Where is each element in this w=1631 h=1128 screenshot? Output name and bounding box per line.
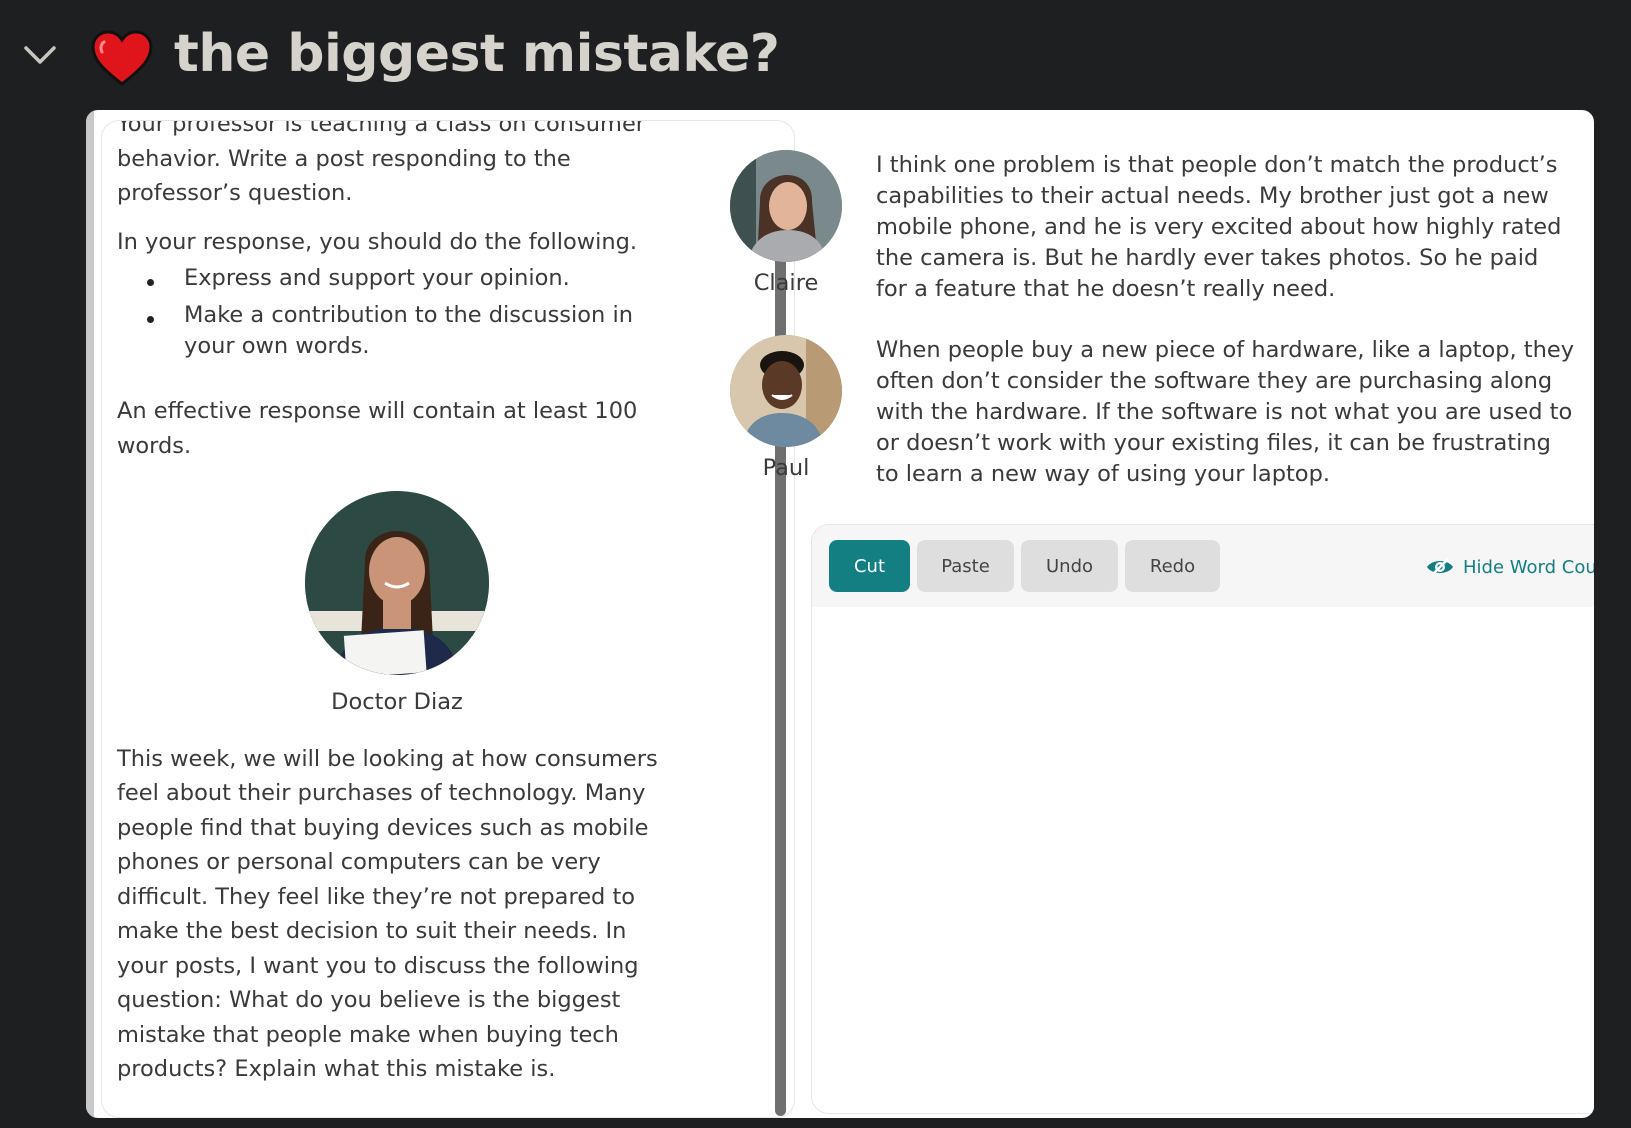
paste-button[interactable]: Paste [917, 540, 1014, 592]
prompt-intro: Your professor is teaching a class on co… [117, 121, 646, 206]
response-editor: Cut Paste Undo Redo Hide Word Count 0 [811, 524, 1594, 1114]
professor-name: Doctor Diaz [331, 689, 463, 715]
redo-button[interactable]: Redo [1125, 540, 1220, 592]
avatar [730, 150, 842, 262]
list-item: Make a contribution to the discussion in… [117, 300, 677, 362]
post-author: Paul [730, 335, 842, 481]
professor-block: Doctor Diaz [117, 491, 677, 720]
professor-avatar [305, 491, 489, 675]
post-text: I think one problem is that people don’t… [876, 152, 1562, 302]
post-author-name: Claire [753, 270, 819, 296]
editor-toolbar: Cut Paste Undo Redo Hide Word Count 0 [812, 525, 1594, 607]
prompt-content: Your professor is teaching a class on co… [117, 121, 677, 1101]
response-textarea[interactable] [812, 607, 1594, 1113]
prompt-bullet-list: Express and support your opinion. Make a… [117, 263, 677, 362]
card-accent-bar [86, 110, 94, 1118]
chevron-down-icon[interactable] [22, 40, 58, 70]
hide-word-count-label: Hide Word Count [1463, 556, 1594, 578]
section-header: the biggest mistake? [0, 0, 1631, 110]
list-item: Express and support your opinion. [117, 263, 677, 294]
undo-button[interactable]: Undo [1021, 540, 1118, 592]
prompt-instructions-lead: In your response, you should do the foll… [117, 228, 638, 255]
prompt-length-note: An effective response will contain at le… [117, 398, 638, 459]
professor-message: This week, we will be looking at how con… [117, 745, 658, 1083]
post-text: When people buy a new piece of hardware,… [876, 337, 1575, 487]
prompt-scrollbar[interactable] [775, 154, 786, 1116]
eye-icon [1427, 558, 1453, 576]
cut-button[interactable]: Cut [829, 540, 910, 592]
hide-word-count-toggle[interactable]: Hide Word Count [1425, 553, 1594, 581]
post-author-name: Paul [762, 455, 810, 481]
post-author: Claire [730, 150, 842, 296]
heart-icon [91, 30, 153, 86]
prompt-panel: Your professor is teaching a class on co… [101, 120, 795, 1118]
page-title: the biggest mistake? [174, 24, 780, 84]
prompt-scroll-area[interactable]: Your professor is teaching a class on co… [102, 121, 782, 1117]
avatar [730, 335, 842, 447]
question-card: Your professor is teaching a class on co… [86, 110, 1594, 1118]
